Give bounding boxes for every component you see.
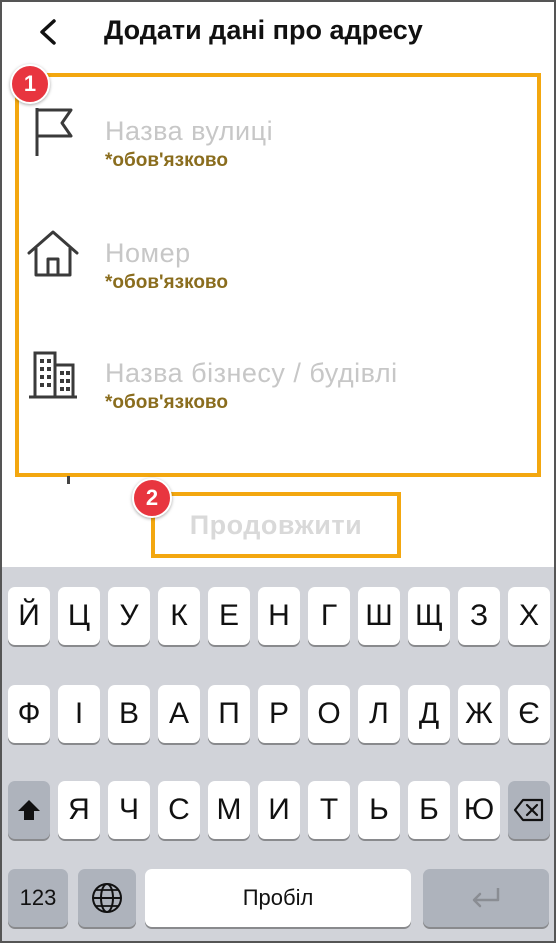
keyboard: Й Ц У К Е Н Г Ш Щ З Х Ф І В А П Р О Л Д … <box>2 567 554 941</box>
key[interactable]: М <box>208 781 250 839</box>
key[interactable]: Е <box>208 587 250 645</box>
key[interactable]: І <box>58 685 100 743</box>
flag-icon <box>35 108 73 156</box>
key[interactable]: Н <box>258 587 300 645</box>
key[interactable]: Є <box>508 685 550 743</box>
return-key[interactable] <box>423 869 549 927</box>
business-name-field[interactable]: Назва бізнесу / будівлі *обов'язково <box>25 345 525 440</box>
page-title: Додати дані про адресу <box>104 15 423 45</box>
key[interactable]: Ш <box>358 587 400 645</box>
key[interactable]: Ю <box>458 781 500 839</box>
shift-icon <box>18 800 40 820</box>
key[interactable]: Ч <box>108 781 150 839</box>
key[interactable]: З <box>458 587 500 645</box>
business-name-placeholder: Назва бізнесу / будівлі <box>105 358 398 388</box>
key[interactable]: А <box>158 685 200 743</box>
continue-button[interactable]: Продовжити <box>155 496 397 554</box>
key[interactable]: Л <box>358 685 400 743</box>
house-number-placeholder: Номер <box>105 238 191 268</box>
key[interactable]: П <box>208 685 250 743</box>
globe-key[interactable] <box>78 869 136 927</box>
back-button[interactable] <box>30 12 70 52</box>
key[interactable]: Щ <box>408 587 450 645</box>
key[interactable]: К <box>158 587 200 645</box>
globe-icon <box>92 883 122 913</box>
key[interactable]: Т <box>308 781 350 839</box>
street-name-field[interactable]: Назва вулиці *обов'язково <box>25 100 525 195</box>
delete-key[interactable] <box>508 781 550 839</box>
building-icon <box>29 351 77 399</box>
key[interactable]: С <box>158 781 200 839</box>
key[interactable]: Б <box>408 781 450 839</box>
key[interactable]: Ж <box>458 685 500 743</box>
header: Додати дані про адресу <box>0 0 556 66</box>
key[interactable]: В <box>108 685 150 743</box>
key[interactable]: Ц <box>58 587 100 645</box>
step-badge-2: 2 <box>132 478 172 518</box>
house-icon <box>27 230 79 277</box>
backspace-icon <box>513 798 544 822</box>
key[interactable]: Й <box>8 587 50 645</box>
key[interactable]: У <box>108 587 150 645</box>
key[interactable]: Я <box>58 781 100 839</box>
street-name-placeholder: Назва вулиці <box>105 116 274 146</box>
space-key[interactable]: Пробіл <box>145 869 411 927</box>
key[interactable]: О <box>308 685 350 743</box>
return-icon <box>472 888 500 908</box>
key[interactable]: И <box>258 781 300 839</box>
key[interactable]: Х <box>508 587 550 645</box>
required-label: *обов'язково <box>105 392 228 413</box>
key[interactable]: Р <box>258 685 300 743</box>
house-number-field[interactable]: Номер *обов'язково <box>25 225 525 320</box>
required-label: *обов'язково <box>105 272 228 293</box>
chevron-left-icon <box>40 19 56 45</box>
step-badge-1: 1 <box>10 64 50 104</box>
numbers-key[interactable]: 123 <box>8 869 68 927</box>
shift-key[interactable] <box>8 781 50 839</box>
key[interactable]: Ь <box>358 781 400 839</box>
key[interactable]: Д <box>408 685 450 743</box>
partially-hidden-field-edge <box>67 476 70 484</box>
key[interactable]: Г <box>308 587 350 645</box>
required-label: *обов'язково <box>105 150 228 171</box>
key[interactable]: Ф <box>8 685 50 743</box>
